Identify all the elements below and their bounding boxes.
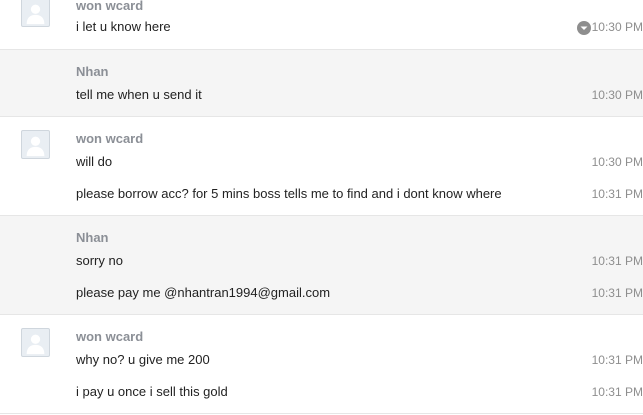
message-text: i let u know here [76,19,171,34]
message-line: please borrow acc? for 5 mins boss tells… [76,184,643,204]
message-text: please pay me @nhantran1994@gmail.com [76,285,331,300]
message-text: why no? u give me 200 [76,352,210,367]
message-text: sorry no [76,253,123,268]
message-group: won wcard will do 10:30 PM please borrow… [0,117,643,216]
chat-transcript: won wcard i let u know here 10:30 PM Nha… [0,0,643,415]
sender-name: won wcard [76,0,144,13]
message-time: 10:31 PM [591,254,643,268]
avatar[interactable] [21,130,50,159]
sender-name: won wcard [76,131,144,146]
message-time: 10:31 PM [591,353,643,367]
message-group: Nhan sorry no 10:31 PM please pay me @nh… [0,216,643,315]
message-line: i let u know here 10:30 PM [76,17,643,37]
sender-name: Nhan [76,230,109,245]
user-silhouette-icon [26,136,45,157]
message-text: i pay u once i sell this gold [76,384,228,399]
message-time: 10:31 PM [591,187,643,201]
sender-name: won wcard [76,329,144,344]
user-silhouette-icon [26,334,45,355]
message-time: 10:31 PM [591,385,643,399]
avatar[interactable] [21,328,50,357]
message-group: Nhan tell me when u send it 10:30 PM [0,50,643,117]
message-time: 10:30 PM [591,155,643,169]
message-line: why no? u give me 200 10:31 PM [76,350,643,370]
message-time: 10:30 PM [591,20,643,34]
message-group: won wcard why no? u give me 200 10:31 PM… [0,315,643,414]
message-line: sorry no 10:31 PM [76,251,643,271]
chevron-down-icon[interactable] [577,21,591,35]
message-line: will do 10:30 PM [76,152,643,172]
avatar[interactable] [21,0,50,27]
message-time: 10:31 PM [591,286,643,300]
message-time: 10:30 PM [591,88,643,102]
message-text: will do [76,154,113,169]
message-group: won wcard i let u know here 10:30 PM [0,0,643,50]
message-text: tell me when u send it [76,87,202,102]
message-line: i pay u once i sell this gold 10:31 PM [76,382,643,402]
message-line: tell me when u send it 10:30 PM [76,85,643,105]
user-silhouette-icon [26,4,45,25]
sender-name: Nhan [76,64,109,79]
message-line: please pay me @nhantran1994@gmail.com 10… [76,283,643,303]
message-text: please borrow acc? for 5 mins boss tells… [76,186,502,201]
